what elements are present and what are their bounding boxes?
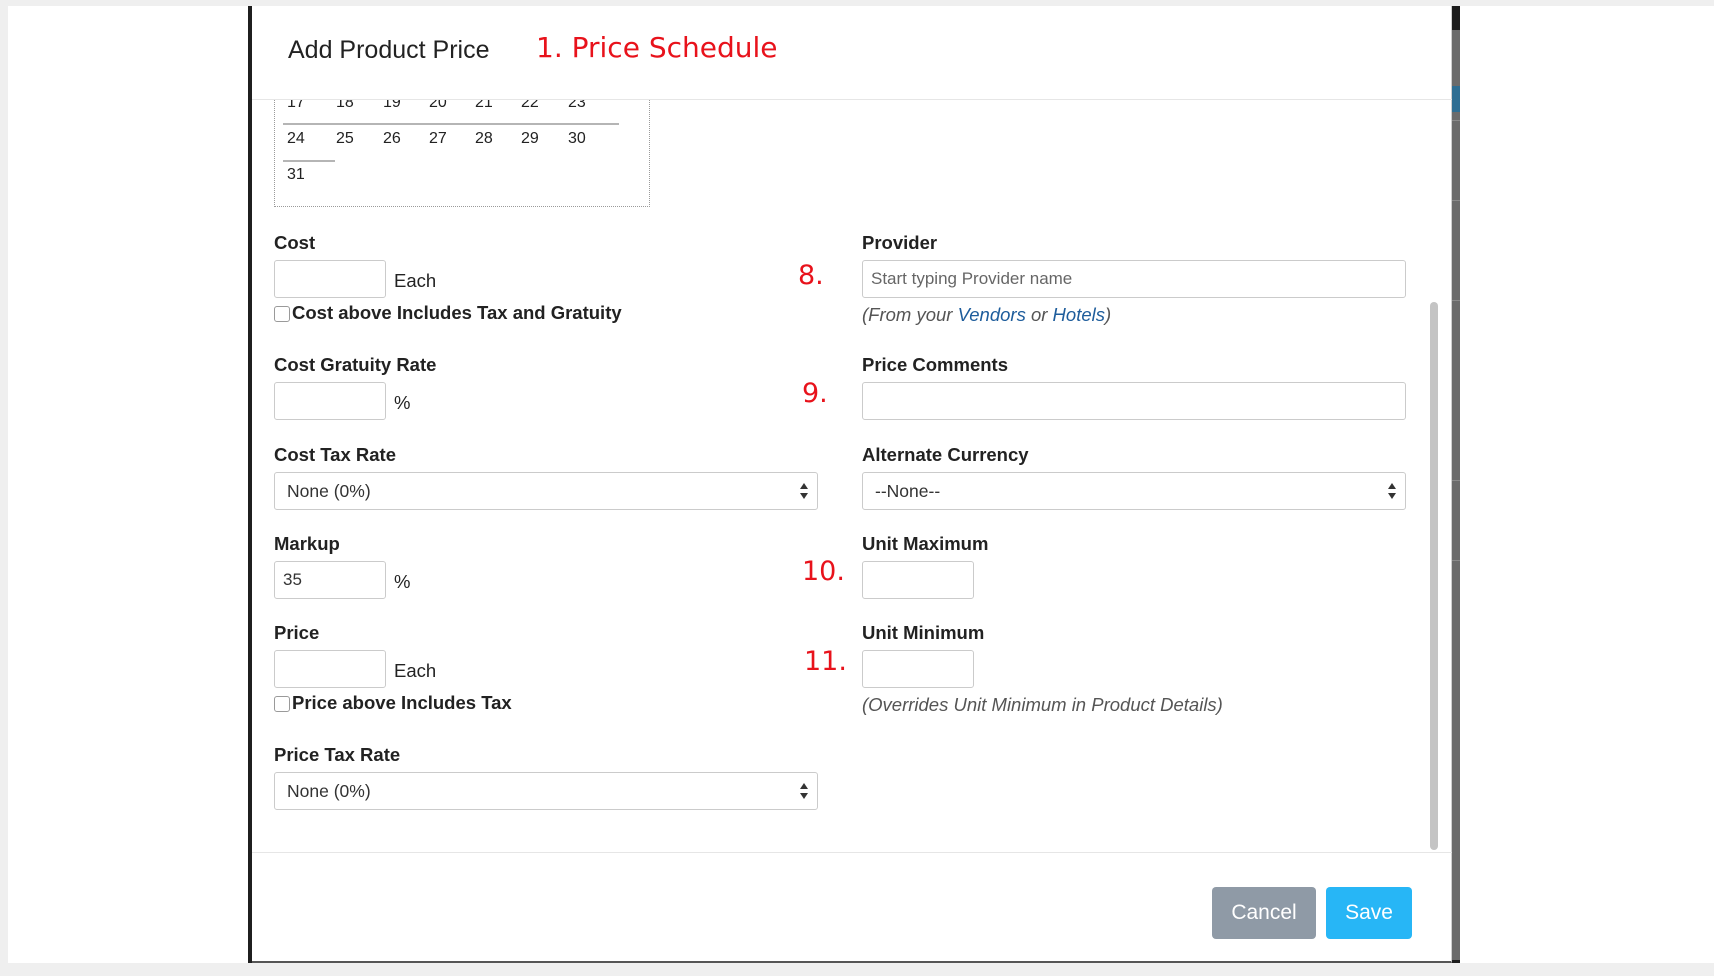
save-button[interactable]: Save (1326, 887, 1412, 939)
price-suffix: Each (394, 660, 437, 681)
cost-includes-tax-checkbox[interactable] (274, 306, 290, 322)
calendar-day[interactable]: 17 (287, 100, 317, 112)
cost-input[interactable] (274, 260, 386, 298)
add-product-price-modal: Add Product Price 1. Price Schedule 17 1… (252, 6, 1452, 963)
calendar-day[interactable]: 20 (429, 100, 459, 112)
modal-header: Add Product Price 1. Price Schedule (252, 6, 1452, 100)
unit-minimum-label: Unit Minimum (862, 622, 985, 643)
alternate-currency-select[interactable]: --None-- (862, 472, 1406, 510)
unit-minimum-input[interactable] (862, 650, 974, 688)
background-blue-element (1452, 86, 1460, 112)
provider-hint-mid: or (1025, 304, 1053, 325)
unit-minimum-hint: (Overrides Unit Minimum in Product Detai… (862, 694, 1223, 715)
background-divider (1452, 300, 1460, 301)
price-label: Price (274, 622, 320, 643)
cost-tax-rate-select[interactable]: None (0%) (274, 472, 818, 510)
calendar-day[interactable]: 21 (475, 100, 505, 112)
background-divider (1452, 560, 1460, 561)
annotation-8: 8. (798, 260, 824, 291)
calendar-week-separator (283, 123, 619, 125)
select-arrows-icon (800, 783, 808, 799)
calendar-day[interactable]: 30 (568, 130, 598, 148)
cost-gratuity-rate-input[interactable] (274, 382, 386, 420)
cost-label: Cost (274, 232, 316, 253)
modal-scrollbar-thumb[interactable] (1430, 302, 1438, 850)
price-tax-rate-select[interactable]: None (0%) (274, 772, 818, 810)
hotels-link[interactable]: Hotels (1053, 304, 1105, 325)
modal-title: Add Product Price (288, 36, 490, 64)
price-includes-tax-label[interactable]: Price above Includes Tax (292, 692, 512, 714)
annotation-10: 10. (802, 556, 845, 587)
markup-suffix: % (394, 571, 411, 592)
background-panel (1452, 30, 1460, 960)
provider-label: Provider (862, 232, 938, 253)
calendar-week-separator (283, 160, 335, 162)
calendar-day[interactable]: 27 (429, 130, 459, 148)
unit-maximum-label: Unit Maximum (862, 533, 989, 554)
background-page-left (8, 6, 250, 963)
alternate-currency-label: Alternate Currency (862, 444, 1029, 465)
markup-input[interactable] (274, 561, 386, 599)
annotation-price-schedule: 1. Price Schedule (536, 31, 778, 64)
alternate-currency-selected-value: --None-- (875, 481, 941, 501)
annotation-9: 9. (802, 378, 828, 409)
calendar-day[interactable]: 24 (287, 130, 317, 148)
price-tax-rate-label: Price Tax Rate (274, 744, 401, 765)
select-arrows-icon (1388, 483, 1396, 499)
calendar-day[interactable]: 31 (287, 166, 317, 184)
background-divider (1452, 200, 1460, 201)
calendar-day[interactable]: 22 (521, 100, 551, 112)
cancel-button[interactable]: Cancel (1212, 887, 1316, 939)
markup-label: Markup (274, 533, 340, 554)
calendar-day[interactable]: 18 (336, 100, 366, 112)
calendar-day[interactable]: 28 (475, 130, 505, 148)
price-schedule-calendar: 17 18 19 20 21 22 23 24 25 26 27 28 29 3… (274, 100, 650, 207)
background-page-right (1460, 6, 1714, 963)
provider-input[interactable] (862, 260, 1406, 298)
vendors-link[interactable]: Vendors (958, 304, 1026, 325)
cost-gratuity-rate-label: Cost Gratuity Rate (274, 354, 437, 375)
cost-gratuity-rate-suffix: % (394, 392, 411, 413)
unit-maximum-input[interactable] (862, 561, 974, 599)
cost-suffix: Each (394, 270, 437, 291)
provider-hint: (From your Vendors or Hotels) (862, 304, 1111, 326)
price-comments-input[interactable] (862, 382, 1406, 420)
modal-footer: Cancel Save (252, 852, 1452, 963)
price-includes-tax-checkbox[interactable] (274, 696, 290, 712)
provider-hint-suffix: ) (1105, 304, 1112, 325)
cost-includes-tax-label[interactable]: Cost above Includes Tax and Gratuity (292, 302, 622, 324)
provider-hint-prefix: (From your (862, 304, 958, 325)
calendar-day[interactable]: 26 (383, 130, 413, 148)
calendar-day[interactable]: 29 (521, 130, 551, 148)
modal-body: 17 18 19 20 21 22 23 24 25 26 27 28 29 3… (252, 100, 1452, 852)
price-tax-rate-selected-value: None (0%) (287, 781, 371, 801)
cost-tax-rate-label: Cost Tax Rate (274, 444, 396, 465)
cost-tax-rate-selected-value: None (0%) (287, 481, 371, 501)
select-arrows-icon (800, 483, 808, 499)
calendar-day[interactable]: 23 (568, 100, 598, 112)
background-divider (1452, 480, 1460, 481)
price-input[interactable] (274, 650, 386, 688)
annotation-11: 11. (804, 646, 847, 677)
calendar-day[interactable]: 25 (336, 130, 366, 148)
calendar-day[interactable]: 19 (383, 100, 413, 112)
background-divider (1452, 120, 1460, 121)
price-comments-label: Price Comments (862, 354, 1008, 375)
